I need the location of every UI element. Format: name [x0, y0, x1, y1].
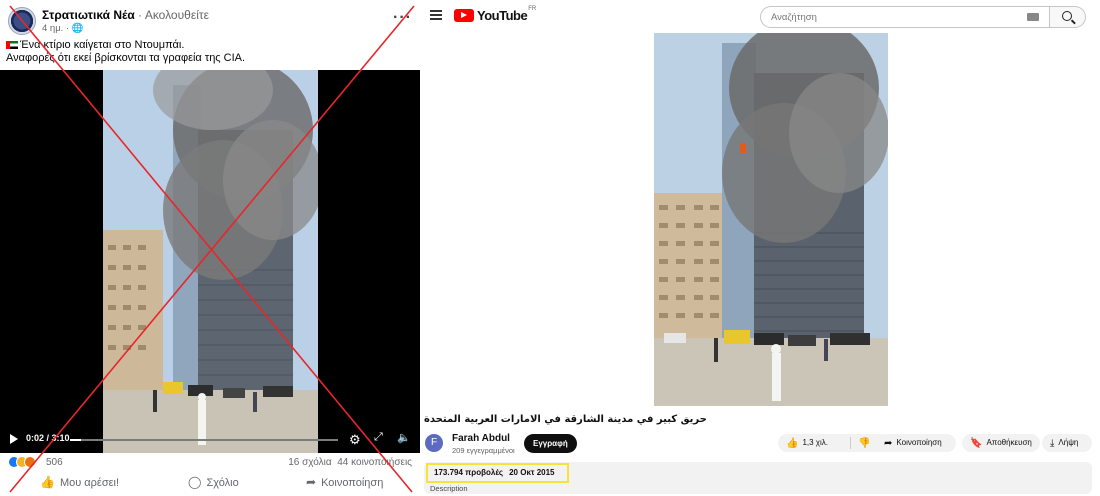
divider — [850, 437, 851, 449]
facebook-post: Στρατιωτικά Νέα · Ακολουθείτε 4 ημ. · 🌐 … — [0, 0, 420, 496]
bookmark-icon: 🔖 — [970, 438, 983, 449]
post-text: Ένα κτίριο καίγεται στο Ντουμπάι. Αναφορ… — [6, 39, 416, 65]
burning-building-image — [103, 70, 318, 453]
views-date-highlight: 173.794 προβολές 20 Οκτ 2015 — [426, 463, 569, 483]
comment-label: Σχόλιο — [206, 477, 239, 489]
description-box[interactable]: 173.794 προβολές 20 Οκτ 2015 Description — [424, 462, 1092, 494]
comments-count[interactable]: 16 σχόλια — [288, 457, 331, 468]
share-icon: ➦ — [884, 438, 893, 449]
save-label: Αποθήκευση — [986, 438, 1032, 447]
keyboard-icon[interactable] — [1027, 13, 1039, 21]
volume-icon[interactable]: 🔈 — [397, 431, 411, 444]
screenshot-composite: Στρατιωτικά Νέα · Ακολουθείτε 4 ημ. · 🌐 … — [0, 0, 1100, 496]
youtube-video-player[interactable] — [654, 33, 888, 406]
reactions[interactable] — [8, 456, 36, 470]
like-count: 1,3 χιλ. — [802, 438, 828, 447]
share-button[interactable]: ➦ Κοινοποίηση — [876, 434, 956, 452]
share-button[interactable]: ➦ Κοινοποίηση — [306, 475, 383, 489]
globe-icon: 🌐 — [71, 23, 84, 34]
download-label: Λήψη — [1058, 438, 1079, 447]
expand-icon[interactable]: ⤢ — [374, 431, 383, 444]
post-time[interactable]: 4 ημ. · — [42, 23, 72, 34]
upload-date: 20 Οκτ 2015 — [509, 468, 555, 477]
hamburger-menu-icon[interactable] — [430, 10, 442, 20]
thumbs-down-icon: 👎 — [858, 438, 871, 449]
view-count: 173.794 προβολές — [434, 468, 504, 477]
subscribe-button[interactable]: Εγγραφή — [524, 434, 577, 453]
save-button[interactable]: 🔖 Αποθήκευση — [962, 434, 1040, 452]
search-input[interactable] — [771, 10, 991, 24]
search-box — [760, 6, 1050, 28]
post-meta: 4 ημ. · 🌐 — [42, 23, 84, 34]
video-controls: 0:02 / 3:10 ⚙ ⤢ 🔈 — [0, 428, 420, 453]
gear-icon[interactable]: ⚙ — [349, 432, 361, 448]
like-label: Μου αρέσει! — [59, 477, 120, 489]
subscriber-count: 209 εγγεγραμμένοι — [452, 446, 515, 455]
follow-link[interactable]: Ακολουθείτε — [145, 8, 209, 22]
download-icon: ⤓ — [1050, 438, 1055, 449]
dislike-button[interactable]: 👎 — [858, 434, 874, 453]
youtube-wordmark: YouTube — [477, 7, 528, 23]
post-stats: 506 16 σχόλια 44 κοινοποιήσεις — [6, 456, 414, 470]
video-progress-fill — [70, 439, 81, 441]
youtube-play-icon — [454, 8, 474, 22]
post-line-2: Αναφορές ότι εκεί βρίσκονται τα γραφεία … — [6, 52, 246, 64]
search-icon — [1062, 11, 1072, 21]
youtube-page: YouTube FR Αναζήτηση حريق كبير في مدينة … — [420, 0, 1100, 496]
comments-shares-stats: 16 σχόλια 44 κοινοποιήσεις — [288, 457, 412, 468]
post-author: Στρατιωτικά Νέα · Ακολουθείτε — [42, 8, 209, 22]
video-player[interactable]: 0:02 / 3:10 ⚙ ⤢ 🔈 — [0, 70, 420, 453]
like-button[interactable]: 👍 Μου αρέσει! — [40, 475, 119, 489]
shares-count[interactable]: 44 κοινοποιήσεις — [337, 457, 412, 468]
more-icon[interactable]: ··· — [393, 9, 412, 27]
page-avatar[interactable] — [8, 7, 36, 35]
uae-flag-icon — [6, 41, 18, 50]
video-time: 0:02 / 3:10 — [26, 433, 70, 443]
post-line-1: Ένα κτίριο καίγεται στο Ντουμπάι. — [20, 39, 185, 51]
video-frame — [103, 70, 318, 453]
share-label: Κοινοποίηση — [321, 477, 384, 489]
post-header: Στρατιωτικά Νέα · Ακολουθείτε 4 ημ. · 🌐 … — [6, 5, 416, 35]
burning-building-image — [654, 33, 888, 406]
play-icon[interactable] — [10, 434, 18, 444]
video-progress-bar[interactable] — [70, 439, 338, 441]
video-title: حريق كبير في مدينة الشارقة في الامارات ا… — [424, 414, 707, 425]
comment-icon: ◯ — [188, 475, 202, 489]
like-button[interactable]: 👍 1,3 χιλ. — [786, 434, 828, 453]
description-label: Description — [430, 484, 468, 493]
share-label: Κοινοποίηση — [896, 438, 942, 447]
post-actions: 👍 Μου αρέσει! ◯ Σχόλιο ➦ Κοινοποίηση — [0, 472, 420, 492]
download-button[interactable]: ⤓ Λήψη — [1042, 434, 1092, 452]
region-code: FR — [528, 6, 537, 12]
angry-reaction-icon — [24, 456, 36, 468]
like-dislike-group: 👍 1,3 χιλ. 👎 — [778, 434, 888, 452]
thumbs-up-icon: 👍 — [40, 475, 55, 489]
comment-button[interactable]: ◯ Σχόλιο — [188, 475, 239, 489]
search-button[interactable] — [1050, 6, 1086, 28]
youtube-logo[interactable]: YouTube FR — [454, 6, 537, 23]
share-icon: ➦ — [306, 475, 317, 489]
page-name-link[interactable]: Στρατιωτικά Νέα — [42, 8, 135, 22]
channel-name[interactable]: Farah Abdul — [452, 433, 510, 444]
reactions-count[interactable]: 506 — [46, 457, 63, 468]
thumbs-up-icon: 👍 — [786, 438, 799, 449]
channel-avatar[interactable]: F — [425, 434, 443, 452]
